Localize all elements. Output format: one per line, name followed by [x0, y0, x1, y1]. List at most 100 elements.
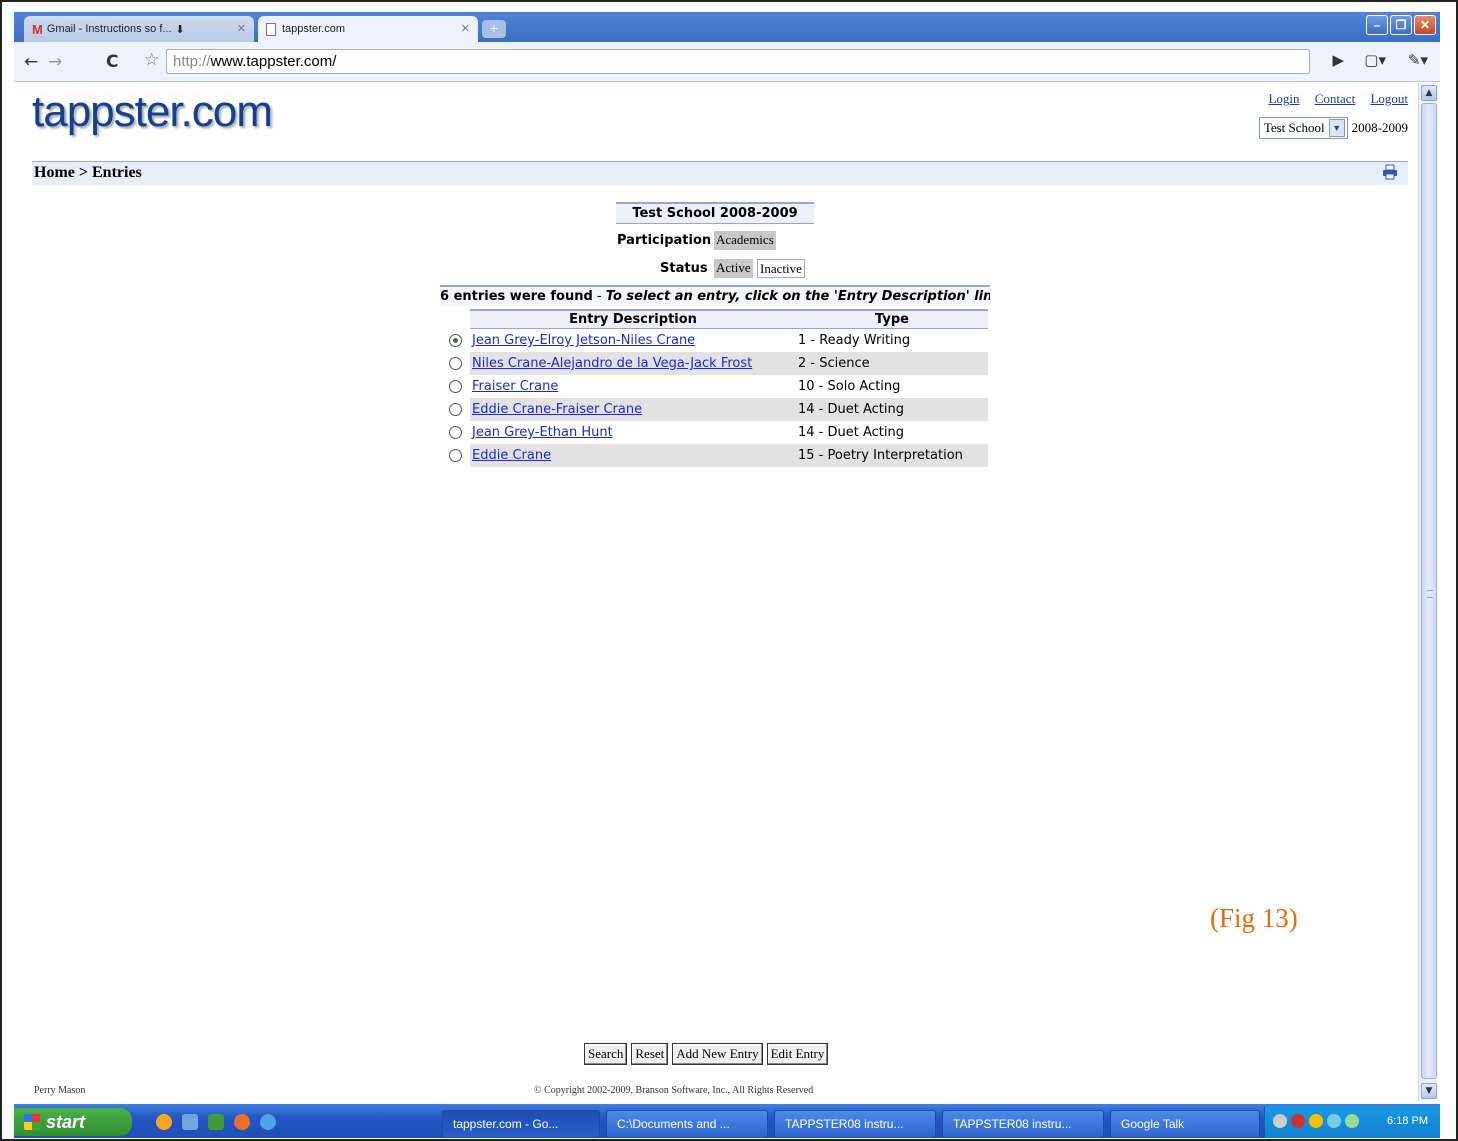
- copyright: © Copyright 2002-2009, Branson Software,…: [534, 1085, 814, 1096]
- wrench-icon[interactable]: ✎▾: [1408, 51, 1428, 69]
- entry-type-cell: 14 - Duet Acting: [798, 425, 904, 440]
- minimize-button[interactable]: –: [1366, 15, 1388, 35]
- url-scheme: http://: [173, 53, 211, 70]
- status-active[interactable]: Active: [714, 259, 753, 278]
- scroll-up-icon[interactable]: ▲: [1421, 85, 1437, 101]
- bookmark-star-icon[interactable]: ☆: [144, 50, 159, 70]
- select-column-header: [440, 309, 470, 329]
- tray-app-icon[interactable]: [1291, 1114, 1305, 1128]
- chevron-down-icon[interactable]: ▼: [1328, 119, 1345, 137]
- entry-radio[interactable]: [448, 449, 462, 462]
- top-links: Login Contact Logout: [1256, 91, 1408, 107]
- tray-chat-icon[interactable]: [1345, 1114, 1359, 1128]
- tray-arrow-icon[interactable]: [1273, 1114, 1287, 1128]
- entry-radio[interactable]: [448, 426, 462, 439]
- participation-academics[interactable]: Academics: [714, 231, 776, 250]
- tray-shield-icon[interactable]: [1309, 1114, 1323, 1128]
- download-icon: ⬇: [175, 23, 185, 36]
- address-bar[interactable]: http://www.tappster.com/: [166, 49, 1310, 74]
- entries-found-separator: -: [592, 289, 606, 304]
- edit-entry-button[interactable]: Edit Entry: [766, 1043, 829, 1065]
- table-row: Jean Grey-Ethan Hunt 14 - Duet Acting: [440, 421, 988, 444]
- task-word-1[interactable]: TAPPSTER08 instru...: [774, 1110, 936, 1138]
- entry-radio[interactable]: [448, 334, 462, 347]
- forward-icon[interactable]: →: [48, 52, 62, 72]
- scroll-down-icon[interactable]: ▼: [1421, 1083, 1437, 1099]
- action-buttons: Search Reset Add New Entry Edit Entry: [584, 1043, 829, 1065]
- table-row: Niles Crane-Alejandro de la Vega-Jack Fr…: [440, 352, 988, 375]
- play-icon[interactable]: ▶: [1332, 51, 1344, 69]
- row-select-cell: [440, 375, 470, 398]
- figure-label: (Fig 13): [1210, 903, 1298, 933]
- school-select[interactable]: Test School ▼: [1258, 117, 1348, 139]
- entry-radio[interactable]: [448, 403, 462, 416]
- page-content: tappster.com Login Contact Logout Test S…: [14, 83, 1418, 1101]
- page-menu-icon[interactable]: ▢▾: [1364, 51, 1386, 69]
- clock[interactable]: 6:18 PM: [1387, 1115, 1428, 1127]
- table-row: Eddie Crane-Fraiser Crane 14 - Duet Actin…: [440, 398, 988, 421]
- add-new-entry-button[interactable]: Add New Entry: [672, 1043, 763, 1065]
- notepad-icon[interactable]: [182, 1114, 198, 1130]
- entry-description-link[interactable]: Eddie Crane-Fraiser Crane: [472, 402, 642, 417]
- windows-flag-icon: [24, 1114, 40, 1130]
- entries-found-bar: 6 entries were found - To select an entr…: [440, 285, 990, 306]
- current-user: Perry Mason: [34, 1085, 86, 1096]
- site-logo[interactable]: tappster.com: [32, 87, 273, 137]
- entry-description-cell: Eddie Crane-Fraiser Crane: [470, 398, 796, 421]
- tray-network-icon[interactable]: [1327, 1114, 1341, 1128]
- logout-link[interactable]: Logout: [1370, 91, 1408, 106]
- entry-radio[interactable]: [448, 357, 462, 370]
- close-window-button[interactable]: ✕: [1414, 15, 1436, 35]
- maximize-button[interactable]: ❐: [1390, 15, 1412, 35]
- gmail-icon: M: [32, 21, 43, 37]
- entry-description-link[interactable]: Eddie Crane: [472, 448, 551, 463]
- entries-table: Entry Description Type Jean Grey-Elroy J…: [440, 309, 988, 467]
- entries-found-count: 6 entries were found: [440, 289, 593, 304]
- school-year: 2008-2009: [1351, 120, 1408, 135]
- scroll-grip: [1427, 590, 1433, 598]
- browser-titlebar: M Gmail - Instructions so f... ⬇ ✕ tapps…: [14, 12, 1440, 42]
- chrome-icon[interactable]: [156, 1114, 172, 1130]
- entry-description-link[interactable]: Niles Crane-Alejandro de la Vega-Jack Fr…: [472, 356, 752, 371]
- login-link[interactable]: Login: [1268, 91, 1299, 106]
- task-google-talk[interactable]: Google Talk: [1110, 1110, 1260, 1138]
- task-tappster[interactable]: tappster.com - Go...: [442, 1110, 600, 1138]
- status-inactive[interactable]: Inactive: [757, 259, 805, 278]
- print-icon[interactable]: [1382, 164, 1398, 180]
- contact-link[interactable]: Contact: [1315, 91, 1355, 106]
- breadcrumb-text[interactable]: Home > Entries: [34, 164, 142, 181]
- task-word-2[interactable]: TAPPSTER08 instru...: [942, 1110, 1104, 1138]
- url-host: www.tappster.com/: [210, 53, 337, 70]
- search-button[interactable]: Search: [584, 1043, 628, 1065]
- close-tab-icon[interactable]: ✕: [237, 22, 246, 35]
- row-select-cell: [440, 398, 470, 421]
- entry-description-cell: Jean Grey-Elroy Jetson-Niles Crane: [470, 329, 796, 352]
- ie-icon[interactable]: [260, 1114, 276, 1130]
- row-select-cell: [440, 352, 470, 375]
- quick-launch: [156, 1114, 276, 1130]
- tab-tappster[interactable]: tappster.com ✕: [258, 16, 478, 42]
- entry-description-link[interactable]: Jean Grey-Elroy Jetson-Niles Crane: [472, 333, 695, 348]
- reset-button[interactable]: Reset: [631, 1043, 669, 1065]
- table-row: Jean Grey-Elroy Jetson-Niles Crane 1 - Re…: [440, 329, 988, 352]
- start-button[interactable]: start: [14, 1108, 132, 1136]
- media-icon[interactable]: [208, 1114, 224, 1130]
- firefox-icon[interactable]: [234, 1114, 250, 1130]
- school-header: Test School 2008-2009: [616, 202, 814, 224]
- vertical-scrollbar[interactable]: ▲ ▼: [1418, 83, 1438, 1101]
- entry-description-cell: Jean Grey-Ethan Hunt: [470, 421, 796, 444]
- entry-type-cell: 10 - Solo Acting: [798, 379, 901, 394]
- task-explorer[interactable]: C:\Documents and ...: [606, 1110, 768, 1138]
- tab-gmail[interactable]: M Gmail - Instructions so f... ⬇ ✕: [24, 16, 254, 42]
- entries-found-hint: To select an entry, click on the 'Entry …: [605, 289, 990, 304]
- entry-radio[interactable]: [448, 380, 462, 393]
- scroll-thumb[interactable]: [1421, 103, 1437, 1079]
- entry-description-link[interactable]: Jean Grey-Ethan Hunt: [472, 425, 613, 440]
- entry-description-link[interactable]: Fraiser Crane: [472, 379, 558, 394]
- back-icon[interactable]: ←: [24, 52, 38, 72]
- reload-icon[interactable]: C: [106, 52, 118, 72]
- entry-type-cell: 1 - Ready Writing: [798, 333, 911, 348]
- new-tab-button[interactable]: +: [482, 20, 506, 38]
- close-tab-icon[interactable]: ✕: [461, 22, 470, 35]
- entry-type-cell: 2 - Science: [796, 352, 988, 375]
